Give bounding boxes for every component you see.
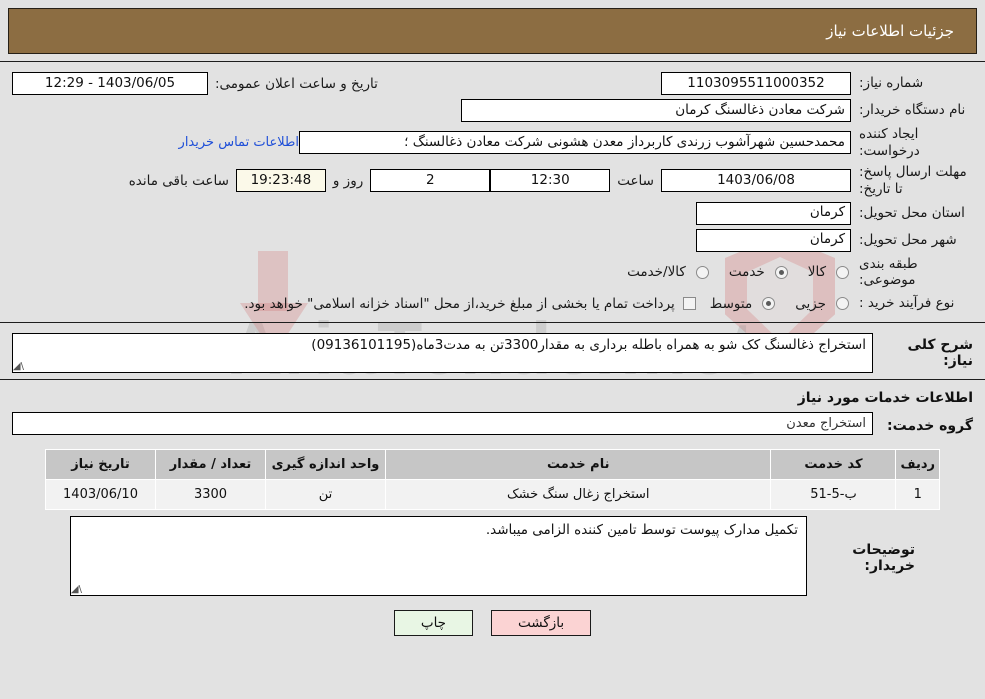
cell-code: ب-5-51 bbox=[770, 479, 897, 511]
th-quantity: تعداد / مقدار bbox=[155, 449, 266, 481]
deadline-date-value: 1403/06/08 bbox=[661, 169, 851, 193]
deadline-hour-label: ساعت bbox=[617, 172, 654, 189]
buyer-notes-label: توضیحات خریدار: bbox=[852, 542, 915, 575]
general-description-panel: شرح کلی نیاز: استخراج ذغالسنگ کک شو به ه… bbox=[0, 323, 985, 381]
row-request-creator: ایجاد کننده درخواست: محمدحسین شهرآشوب زر… bbox=[0, 124, 985, 162]
province-value: کرمان bbox=[696, 201, 851, 225]
cell-radif: 1 bbox=[895, 479, 940, 511]
services-section-title: اطلاعات خدمات مورد نیاز bbox=[797, 390, 973, 407]
radio-classification-kala-khedmat-label: کالا/خدمت bbox=[627, 264, 686, 281]
creator-label: ایجاد کننده درخواست: bbox=[859, 126, 920, 159]
cell-quantity: 3300 bbox=[155, 479, 266, 511]
row-delivery-province: استان محل تحویل: کرمان bbox=[0, 200, 985, 227]
radio-classification-khedmat[interactable] bbox=[774, 265, 788, 279]
process-label: نوع فرآیند خرید : bbox=[859, 295, 955, 312]
need-summary-panel: شماره نیاز: 1103095511000352 تاریخ و ساع… bbox=[0, 61, 985, 324]
city-value: کرمان bbox=[696, 228, 851, 252]
province-label: استان محل تحویل: bbox=[859, 204, 965, 221]
table-row: 1 ب-5-51 استخراج زغال سنگ خشک تن 3300 14… bbox=[45, 479, 940, 511]
page-title: جزئیات اطلاعات نیاز bbox=[826, 22, 954, 40]
service-group-value: استخراج معدن bbox=[12, 412, 873, 436]
remaining-time-label: ساعت باقی مانده bbox=[128, 172, 229, 189]
buyer-notes-textarea[interactable]: تکمیل مدارک پیوست توسط تامین کننده الزام… bbox=[70, 516, 807, 597]
remaining-days-value: 2 bbox=[370, 169, 491, 193]
cell-unit: تن bbox=[265, 479, 386, 511]
cell-date: 1403/06/10 bbox=[45, 479, 156, 511]
row-classification: طبقه بندی موضوعی: کالا خدمت کالا/خدمت bbox=[0, 254, 985, 292]
radio-classification-khedmat-label: خدمت bbox=[728, 264, 765, 281]
deadline-label: مهلت ارسال پاسخ: تا تاریخ: bbox=[859, 163, 967, 197]
th-name: نام خدمت bbox=[384, 449, 772, 481]
page-header: جزئیات اطلاعات نیاز bbox=[8, 8, 977, 54]
service-group-label: گروه خدمت: bbox=[887, 417, 973, 434]
general-description-row: شرح کلی نیاز: استخراج ذغالسنگ کک شو به ه… bbox=[12, 333, 973, 374]
treasury-documents-checkbox[interactable] bbox=[682, 297, 696, 311]
creator-value: محمدحسین شهرآشوب زرندی کاربرداز معدن هشو… bbox=[299, 131, 851, 155]
public-announce-label: تاریخ و ساعت اعلان عمومی: bbox=[215, 75, 378, 92]
row-purchase-process: نوع فرآیند خرید : جزیی متوسط پرداخت تمام… bbox=[0, 291, 985, 316]
city-label: شهر محل تحویل: bbox=[859, 231, 957, 248]
radio-process-jozee-label: جزیی bbox=[795, 295, 826, 312]
row-buyer-org: نام دستگاه خریدار: شرکت معادن ذغالسنگ کر… bbox=[0, 97, 985, 124]
back-button[interactable]: بازگشت bbox=[491, 610, 592, 637]
remaining-days-label: روز و bbox=[332, 172, 364, 189]
services-table-body: 1 ب-5-51 استخراج زغال سنگ خشک تن 3300 14… bbox=[45, 479, 940, 511]
need-number-label: شماره نیاز: bbox=[859, 75, 924, 92]
process-radio-group: جزیی متوسط bbox=[696, 296, 849, 312]
buyer-notes-value: تکمیل مدارک پیوست توسط تامین کننده الزام… bbox=[485, 522, 798, 539]
radio-process-motavaset-label: متوسط bbox=[709, 295, 753, 312]
services-table-head: ردیف کد خدمت نام خدمت واحد اندازه گیری ت… bbox=[45, 449, 940, 481]
radio-process-jozee[interactable] bbox=[836, 297, 849, 311]
footer-actions: بازگشت چاپ bbox=[0, 596, 985, 637]
need-number-value: 1103095511000352 bbox=[661, 72, 851, 95]
services-table: ردیف کد خدمت نام خدمت واحد اندازه گیری ت… bbox=[45, 449, 940, 511]
th-unit: واحد اندازه گیری bbox=[265, 449, 386, 481]
th-date: تاریخ نیاز bbox=[45, 449, 156, 481]
resize-grip-icon[interactable]: ◢ bbox=[13, 362, 24, 372]
radio-classification-kala-khedmat[interactable] bbox=[695, 265, 709, 279]
public-announce-value: 1403/06/05 - 12:29 bbox=[12, 72, 208, 95]
classification-radio-group: کالا خدمت کالا/خدمت bbox=[613, 264, 849, 280]
general-description-textarea[interactable]: استخراج ذغالسنگ کک شو به همراه باطله برد… bbox=[12, 333, 873, 374]
buyer-org-label: نام دستگاه خریدار: bbox=[859, 102, 966, 119]
classification-label: طبقه بندی موضوعی: bbox=[859, 255, 918, 289]
th-radif: ردیف bbox=[895, 449, 940, 481]
remaining-time-value: 19:23:48 bbox=[235, 169, 326, 193]
th-code: کد خدمت bbox=[770, 449, 897, 481]
row-response-deadline: مهلت ارسال پاسخ: تا تاریخ: 1403/06/08 سا… bbox=[0, 162, 985, 200]
general-description-value: استخراج ذغالسنگ کک شو به همراه باطله برد… bbox=[311, 337, 866, 354]
cell-name: استخراج زغال سنگ خشک bbox=[384, 479, 772, 511]
general-description-label: شرح کلی نیاز: bbox=[907, 337, 973, 370]
radio-process-motavaset[interactable] bbox=[762, 297, 776, 311]
service-group-row: گروه خدمت: استخراج معدن bbox=[0, 410, 985, 445]
services-table-wrap: ردیف کد خدمت نام خدمت واحد اندازه گیری ت… bbox=[0, 445, 985, 511]
print-button[interactable]: چاپ bbox=[393, 610, 474, 637]
row-delivery-city: شهر محل تحویل: کرمان bbox=[0, 227, 985, 254]
buyer-org-value: شرکت معادن ذغالسنگ کرمان bbox=[461, 99, 851, 122]
deadline-hour-value: 12:30 bbox=[490, 169, 611, 193]
page-root: جزئیات اطلاعات نیاز شماره نیاز: 11030955… bbox=[0, 8, 985, 637]
treasury-documents-label: پرداخت تمام یا بخشی از مبلغ خرید،از محل … bbox=[244, 295, 675, 312]
radio-classification-kala-label: کالا bbox=[807, 264, 826, 281]
radio-classification-kala[interactable] bbox=[836, 265, 849, 279]
buyer-notes-wrap: توضیحات خریدار: تکمیل مدارک پیوست توسط ت… bbox=[0, 510, 985, 597]
resize-grip-icon[interactable]: ◢ bbox=[71, 585, 82, 595]
buyer-contact-link[interactable]: اطلاعات تماس خریدار bbox=[179, 135, 299, 150]
row-need-number: شماره نیاز: 1103095511000352 تاریخ و ساع… bbox=[0, 70, 985, 97]
table-header-row: ردیف کد خدمت نام خدمت واحد اندازه گیری ت… bbox=[45, 449, 940, 481]
